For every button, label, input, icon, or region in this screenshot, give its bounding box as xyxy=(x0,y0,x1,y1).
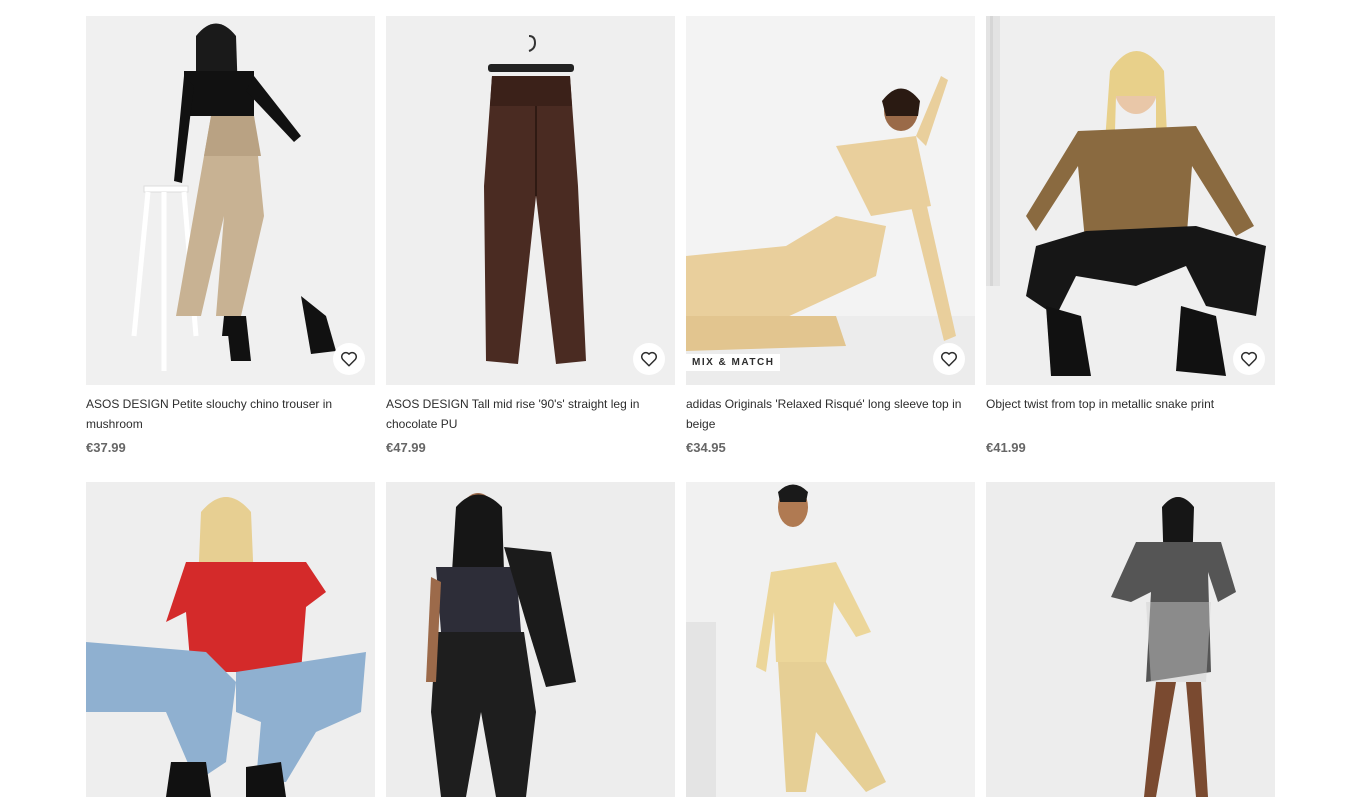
model-figure xyxy=(986,482,1275,797)
product-price: €37.99 xyxy=(86,440,126,455)
product-image[interactable] xyxy=(386,16,675,385)
product-image[interactable]: MIX & MATCH xyxy=(686,16,975,385)
product-price: €41.99 xyxy=(986,440,1026,455)
product-image[interactable] xyxy=(386,482,675,797)
product-card[interactable]: ASOS DESIGN Petite slouchy chino trouser… xyxy=(86,16,375,455)
product-card[interactable] xyxy=(986,482,1275,797)
heart-icon xyxy=(340,351,358,367)
product-card[interactable] xyxy=(86,482,375,797)
model-figure xyxy=(686,482,975,797)
product-card[interactable]: ASOS DESIGN Tall mid rise '90's' straigh… xyxy=(386,16,675,455)
product-title[interactable]: adidas Originals 'Relaxed Risqué' long s… xyxy=(686,394,975,434)
product-image[interactable] xyxy=(986,482,1275,797)
product-title[interactable]: Object twist from top in metallic snake … xyxy=(986,394,1275,434)
model-figure xyxy=(386,482,675,797)
product-image[interactable] xyxy=(86,16,375,385)
product-card[interactable] xyxy=(686,482,975,797)
product-title[interactable]: ASOS DESIGN Petite slouchy chino trouser… xyxy=(86,394,375,434)
heart-icon xyxy=(640,351,658,367)
save-for-later-button[interactable] xyxy=(1233,343,1265,375)
save-for-later-button[interactable] xyxy=(933,343,965,375)
product-image[interactable] xyxy=(986,16,1275,385)
model-figure xyxy=(86,16,375,385)
trouser-on-hanger xyxy=(386,16,675,385)
heart-icon xyxy=(1240,351,1258,367)
save-for-later-button[interactable] xyxy=(633,343,665,375)
save-for-later-button[interactable] xyxy=(333,343,365,375)
product-card[interactable]: Object twist from top in metallic snake … xyxy=(986,16,1275,455)
product-card[interactable] xyxy=(386,482,675,797)
product-price: €47.99 xyxy=(386,440,426,455)
product-image[interactable] xyxy=(86,482,375,797)
mix-and-match-badge: MIX & MATCH xyxy=(686,354,781,371)
model-figure xyxy=(686,16,975,385)
product-grid: ASOS DESIGN Petite slouchy chino trouser… xyxy=(86,16,1276,797)
product-image[interactable] xyxy=(686,482,975,797)
product-price: €34.95 xyxy=(686,440,726,455)
model-figure xyxy=(986,16,1275,385)
product-card[interactable]: MIX & MATCH adidas Originals 'Relaxed Ri… xyxy=(686,16,975,455)
model-figure xyxy=(86,482,375,797)
heart-icon xyxy=(940,351,958,367)
product-title[interactable]: ASOS DESIGN Tall mid rise '90's' straigh… xyxy=(386,394,675,434)
